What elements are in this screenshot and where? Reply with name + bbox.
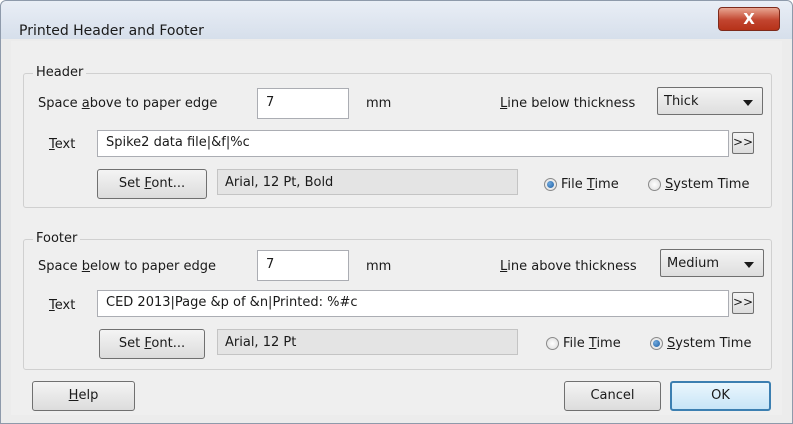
dialog-body: Header Space above to paper edge 7 mm Li… <box>11 41 782 415</box>
chevron-down-icon <box>743 100 753 106</box>
header-line-label: Line below thickness <box>500 96 636 111</box>
header-space-input[interactable]: 7 <box>257 88 349 119</box>
footer-line-thickness-value: Medium <box>667 256 719 271</box>
chevron-down-icon <box>744 262 754 268</box>
header-system-time-radio[interactable] <box>648 178 661 191</box>
footer-font-display: Arial, 12 Pt <box>217 329 518 355</box>
header-system-time-label[interactable]: System Time <box>665 177 749 192</box>
footer-system-time-label[interactable]: System Time <box>667 336 751 351</box>
footer-file-time-radio[interactable] <box>546 337 559 350</box>
header-space-unit: mm <box>366 96 392 111</box>
footer-insert-code-button[interactable]: >> <box>732 292 754 314</box>
footer-space-input[interactable]: 7 <box>257 250 349 281</box>
footer-group-label: Footer <box>33 231 81 246</box>
footer-text-input[interactable]: CED 2013|Page &p of &n|Printed: %#c <box>97 290 729 317</box>
dialog-window: Printed Header and Footer X Header Space… <box>0 0 793 424</box>
header-set-font-button[interactable]: Set Font... <box>97 169 207 199</box>
close-icon: X <box>743 10 755 28</box>
footer-space-label: Space below to paper edge <box>38 259 216 274</box>
footer-system-time-radio[interactable] <box>650 337 663 350</box>
header-insert-code-button[interactable]: >> <box>732 132 754 154</box>
header-group-label: Header <box>33 65 87 80</box>
ok-button[interactable]: OK <box>670 381 771 411</box>
footer-line-label: Line above thickness <box>500 259 637 274</box>
header-file-time-label[interactable]: File Time <box>561 177 619 192</box>
footer-space-unit: mm <box>366 259 392 274</box>
cancel-button[interactable]: Cancel <box>564 381 661 411</box>
dialog-title: Printed Header and Footer <box>19 23 204 39</box>
header-text-label: Text <box>49 137 76 152</box>
footer-text-label: Text <box>49 298 76 313</box>
header-line-thickness-value: Thick <box>664 94 699 109</box>
footer-file-time-label[interactable]: File Time <box>563 336 621 351</box>
header-line-thickness-select[interactable]: Thick <box>657 87 763 115</box>
header-font-display: Arial, 12 Pt, Bold <box>217 169 518 195</box>
close-button[interactable]: X <box>718 7 780 31</box>
help-button[interactable]: Help <box>32 381 135 411</box>
footer-set-font-button[interactable]: Set Font... <box>99 329 205 359</box>
footer-line-thickness-select[interactable]: Medium <box>660 249 764 277</box>
header-file-time-radio[interactable] <box>544 178 557 191</box>
header-space-label: Space above to paper edge <box>38 96 218 111</box>
title-bar[interactable]: Printed Header and Footer X <box>1 1 792 39</box>
header-text-input[interactable]: Spike2 data file|&f|%c <box>97 130 729 157</box>
